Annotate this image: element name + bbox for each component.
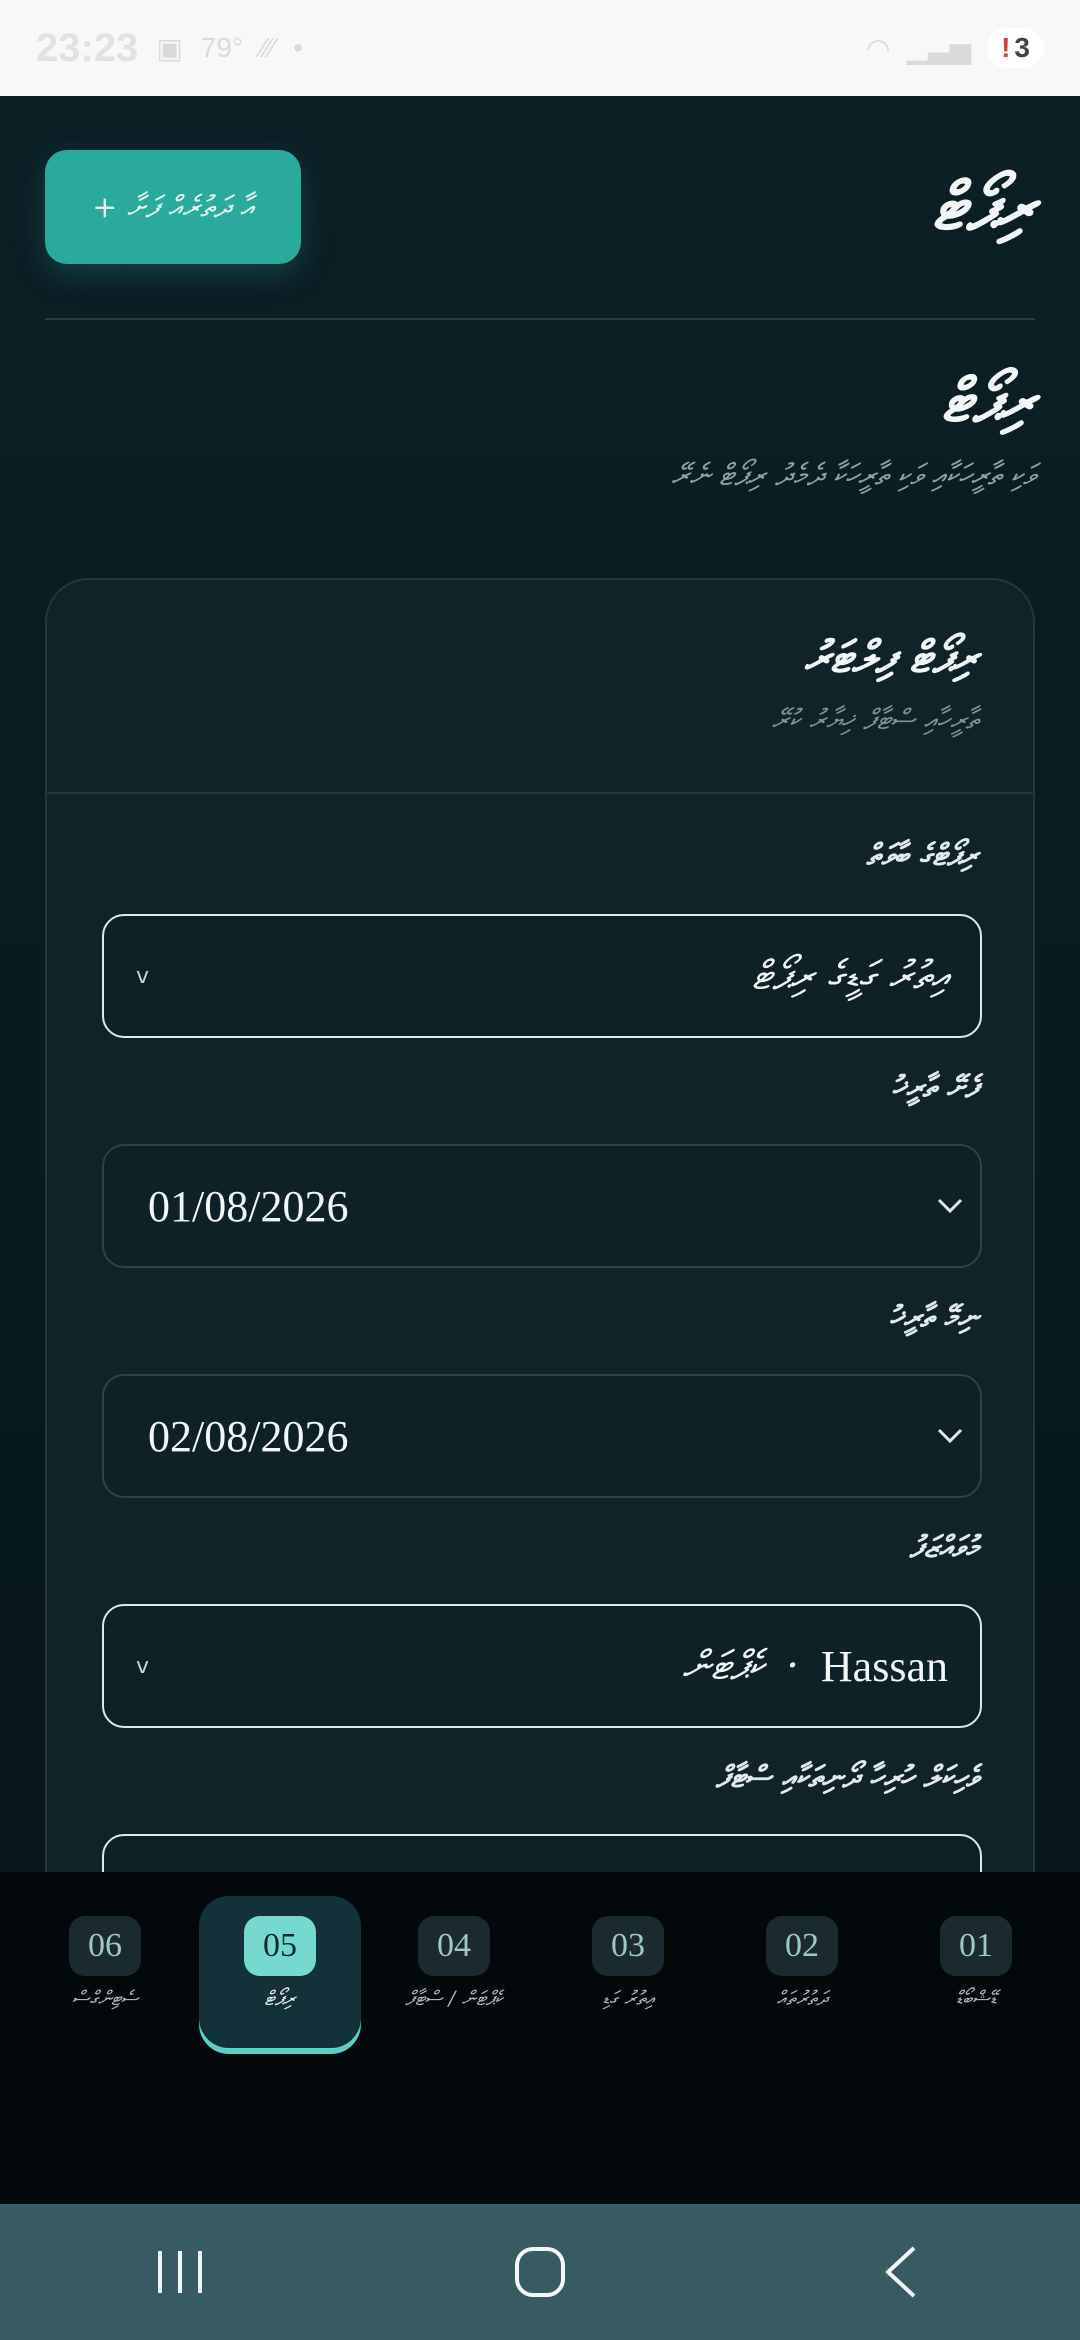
status-left: 23:23 ▣ 79° ⁄⁄⁄ •: [36, 26, 303, 71]
recent-apps-button[interactable]: [120, 2232, 240, 2312]
back-button[interactable]: [840, 2232, 960, 2312]
from-date-label: ފެށޭ ތާރީޚު: [891, 1070, 978, 1105]
report-type-select[interactable]: އިތުރު ގަޑީގެ ރިޕޯޓް v: [102, 914, 982, 1038]
page-title: ރިޕޯޓް: [942, 366, 1035, 436]
page-subtitle: ވަކި ތާރީހަކާއި ވަކި ތާރީހަކާ ދެމެދު ރިޕ…: [671, 458, 1035, 493]
status-time: 23:23: [36, 25, 139, 70]
home-icon: [515, 2247, 565, 2297]
alert-icon: !: [1001, 32, 1011, 63]
chevron-down-icon: [930, 1376, 970, 1496]
tab-number: 04: [418, 1916, 490, 1976]
from-date-value: 01/08/2026: [148, 1181, 349, 1231]
tab-label: ދަތުރުތައް: [776, 1986, 828, 2010]
tab-label: ކެޕްޓަން / ސްޓާފް: [405, 1986, 503, 2010]
card-subtitle: ތާރީހާއި ސްޓާފް ޚިޔާރު ކުރޭ: [771, 703, 978, 736]
notification-count: 3: [1014, 32, 1030, 63]
separator: ·: [786, 1643, 799, 1689]
tab-settings[interactable]: 06 ސެޓިންގްސް: [24, 1896, 186, 2046]
vessel-label: ވެހިކަލް ހުރިހާ ދޯނިތަކާއި ސްޓާފް: [715, 1760, 978, 1795]
chevron-down-icon: v: [136, 963, 150, 989]
dot-icon: •: [293, 32, 303, 63]
chevron-down-icon: [930, 1146, 970, 1266]
status-temperature: 79°: [200, 32, 244, 63]
wifi-icon: ◠: [866, 32, 891, 64]
tab-overtime[interactable]: 03 އިތުރު ގަޑި: [547, 1896, 709, 2046]
tab-report[interactable]: 05 ރިޕޯޓް: [199, 1896, 361, 2048]
screenshot-icon: ▣: [156, 32, 183, 64]
employee-name: Hassan: [820, 1641, 948, 1691]
bottom-tab-bar: 06 ސެޓިންގްސް 05 ރިޕޯޓް 04 ކެޕްޓަން / ސް…: [0, 1872, 1080, 2204]
status-right: ◠ ▁▃▅ ! 3: [866, 28, 1044, 68]
tab-label: އިތުރު ގަޑި: [602, 1986, 654, 2010]
to-date-input[interactable]: 02/08/2026: [102, 1374, 982, 1498]
report-type-value: އިތުރު ގަޑީގެ ރިޕޯޓް: [752, 953, 948, 999]
back-icon: [885, 2246, 916, 2298]
card-title: ރިޕޯޓް ފިލްޓަރު: [804, 632, 978, 683]
employee-label: މުވައްޒަފު: [909, 1530, 978, 1565]
to-date-value: 02/08/2026: [148, 1411, 349, 1461]
tab-number: 03: [592, 1916, 664, 1976]
page-header: ރިޕޯޓް ވަކި ތާރީހަކާއި ވަކި ތާރީހަކާ ދެމ…: [671, 366, 1035, 493]
report-type-label: ރިޕޯޓްގެ ބާވަތް: [866, 838, 978, 873]
chevron-down-icon: v: [136, 1653, 150, 1679]
tab-number: 06: [69, 1916, 141, 1976]
app-title: ރިޕޯޓް: [932, 167, 1035, 245]
tab-trips[interactable]: 02 ދަތުރުތައް: [721, 1896, 883, 2046]
employee-role: ކެޕްޓަން: [682, 1643, 765, 1689]
card-header: ރިޕޯޓް ފިލްޓަރު ތާރީހާއި ސްޓާފް ޚިޔާރު ކ…: [47, 580, 1033, 794]
add-new-trip-button[interactable]: + އާ ދަތުރެއް ފަށާ: [45, 150, 301, 264]
from-date-input[interactable]: 01/08/2026: [102, 1144, 982, 1268]
tab-label: ސެޓިންގްސް: [71, 1986, 139, 2010]
tab-dashboard[interactable]: 01 ޑޭޝްބޯޑް: [895, 1896, 1057, 2046]
notification-badge: ! 3: [987, 28, 1044, 68]
tab-number: 01: [940, 1916, 1012, 1976]
employee-value: ކެޕްޓަން · Hassan: [682, 1606, 948, 1726]
recent-apps-icon: [158, 2251, 202, 2293]
to-date-label: ނިމޭ ތާރީޚު: [889, 1300, 978, 1335]
tab-label: ޑޭޝްބޯޑް: [955, 1986, 997, 2010]
signal-icon: ▁▃▅: [906, 32, 972, 64]
top-bar: + އާ ދަތުރެއް ފަށާ ރިޕޯޓް: [45, 150, 1035, 320]
system-nav-bar: [0, 2204, 1080, 2340]
home-button[interactable]: [480, 2232, 600, 2312]
employee-select[interactable]: ކެޕްޓަން · Hassan v: [102, 1604, 982, 1728]
app-screen: + އާ ދަތުރެއް ފަށާ ރިޕޯޓް ރިޕޯޓް ވަކި ތާ…: [0, 96, 1080, 2204]
tab-number: 05: [244, 1916, 316, 1976]
tab-captain-staff[interactable]: 04 ކެޕްޓަން / ސްޓާފް: [373, 1896, 535, 2046]
tab-number: 02: [766, 1916, 838, 1976]
status-bar: 23:23 ▣ 79° ⁄⁄⁄ • ◠ ▁▃▅ ! 3: [0, 0, 1080, 96]
tab-label: ރިޕޯޓް: [264, 1986, 296, 2010]
report-filter-card: ރިޕޯޓް ފިލްޓަރު ތާރީހާއި ސްޓާފް ޚިޔާރު ކ…: [45, 578, 1035, 2078]
weather-icon: ⁄⁄⁄: [261, 32, 276, 63]
